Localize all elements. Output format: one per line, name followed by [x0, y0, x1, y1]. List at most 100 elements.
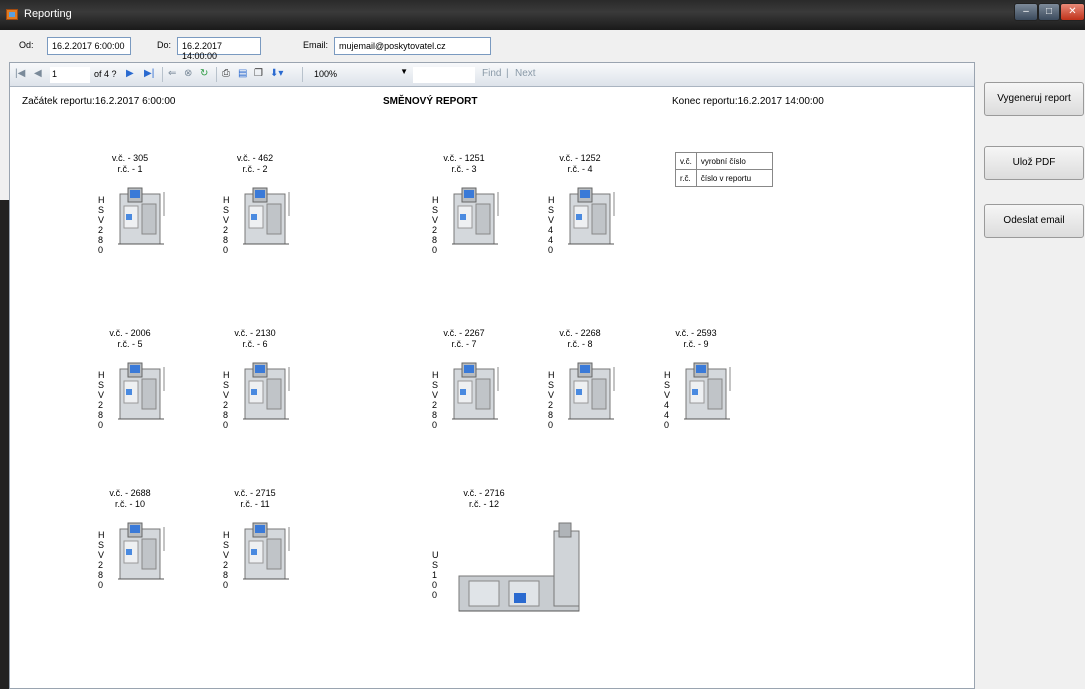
machine-item: v.č. - 2716 r.č. - 12 U S 1 0 0: [414, 488, 580, 612]
report-page: Začátek reportu:16.2.2017 6:00:00 SMĚNOV…: [10, 88, 974, 688]
machine-image: [564, 186, 620, 248]
report-end: Konec reportu:16.2.2017 14:00:00: [672, 96, 824, 107]
report-start: Začátek reportu:16.2.2017 6:00:00: [22, 96, 176, 107]
machine-image: [448, 361, 504, 423]
machine-image: [114, 521, 170, 583]
machine-report-number: r.č. - 3: [451, 164, 477, 174]
machine-item: v.č. - 2715 r.č. - 11 H S V 2 8 0: [205, 488, 305, 598]
machine-report-number: r.č. - 1: [117, 164, 143, 174]
report-toolbar: |◀ ◀ 1 of 4 ? ▶ ▶| ⇐ ⊗ ↻ ⎙ ▤ ❐ ⬇▾ 100% ▼…: [10, 63, 974, 87]
to-date-field[interactable]: 16.2.2017 14:00:00: [177, 37, 261, 61]
back-icon[interactable]: ⇐: [168, 68, 176, 79]
title-bar: Reporting ‒ □ ✕: [0, 0, 1085, 30]
email-label: Email:: [303, 40, 329, 50]
print-layout-icon[interactable]: ▤: [238, 68, 247, 79]
chevron-down-icon: ▼: [400, 67, 408, 76]
window-edge: [0, 200, 9, 689]
next-link[interactable]: Next: [515, 68, 536, 79]
page-number-input[interactable]: 1: [50, 67, 90, 83]
toolbar-separator: [302, 67, 303, 82]
save-pdf-button[interactable]: Ulož PDF: [984, 146, 1084, 180]
send-email-button[interactable]: Odeslat email: [984, 204, 1084, 238]
machine-report-number: r.č. - 11: [240, 499, 270, 509]
zoom-select[interactable]: 100% ▼: [312, 67, 412, 83]
last-page-icon[interactable]: ▶|: [144, 68, 154, 79]
machine-image: [680, 361, 736, 423]
page-count: of 4 ?: [94, 69, 117, 79]
legend-row: r.č. číslo v reportu: [675, 169, 773, 187]
legend-desc: vyrobní číslo: [695, 152, 773, 170]
machine-image: [239, 186, 295, 248]
machine-serial: v.č. - 2688: [109, 488, 151, 498]
window-title: Reporting: [24, 8, 72, 20]
machine-serial: v.č. - 462: [236, 153, 274, 163]
close-button[interactable]: ✕: [1060, 3, 1085, 21]
machine-serial: v.č. - 305: [111, 153, 149, 163]
find-input[interactable]: [413, 67, 475, 83]
machine-report-number: r.č. - 5: [117, 339, 143, 349]
toolbar-separator: [216, 67, 217, 82]
machine-report-number: r.č. - 7: [451, 339, 477, 349]
minimize-button[interactable]: ‒: [1014, 3, 1038, 21]
machine-report-number: r.č. - 6: [242, 339, 268, 349]
machine-serial: v.č. - 2716: [463, 488, 505, 498]
legend-row: v.č. vyrobní číslo: [675, 152, 773, 170]
machine-item: v.č. - 2268 r.č. - 8 HSV280: [530, 328, 630, 438]
app-icon: [6, 9, 18, 20]
to-label: Do:: [157, 40, 172, 50]
report-title: SMĚNOVÝ REPORT: [383, 96, 478, 107]
first-page-icon[interactable]: |◀: [15, 68, 25, 79]
machine-image: [114, 186, 170, 248]
machine-item: v.č. - 1252 r.č. - 4 HSV440: [530, 153, 630, 263]
find-link[interactable]: Find: [482, 68, 501, 79]
machine-serial: v.č. - 2593: [675, 328, 717, 338]
export-icon[interactable]: ⬇▾: [270, 68, 283, 79]
report-viewer: |◀ ◀ 1 of 4 ? ▶ ▶| ⇐ ⊗ ↻ ⎙ ▤ ❐ ⬇▾ 100% ▼…: [9, 62, 975, 689]
machine-image: [454, 521, 604, 621]
machine-image: [114, 361, 170, 423]
machine-type-label: HSV280: [432, 195, 439, 255]
legend-table: v.č. vyrobní číslo r.č. číslo v reportu: [675, 152, 773, 187]
machine-type-label: HSV280: [98, 195, 105, 255]
machine-image: [564, 361, 620, 423]
page-setup-icon[interactable]: ❐: [254, 68, 263, 79]
machine-type-label: US100: [432, 550, 439, 600]
email-field[interactable]: mujemail@poskytovatel.cz: [334, 37, 491, 55]
machine-image: [239, 361, 295, 423]
next-page-icon[interactable]: ▶: [126, 68, 134, 79]
generate-report-button[interactable]: Vygeneruj report: [984, 82, 1084, 116]
filter-row: Od: 16.2.2017 6:00:00 Do: 16.2.2017 14:0…: [9, 30, 1085, 61]
prev-page-icon[interactable]: ◀: [34, 68, 42, 79]
legend-abbr: r.č.: [675, 169, 697, 187]
zoom-value: 100%: [314, 69, 338, 79]
find-separator: |: [506, 68, 509, 79]
machine-item: v.č. - 2130 r.č. - 6 HSV280: [205, 328, 305, 438]
machine-item: v.č. - 2006 r.č. - 5 HSV280: [80, 328, 180, 438]
machine-type-label: HSV440: [664, 370, 671, 430]
machine-serial: v.č. - 2267: [443, 328, 485, 338]
machine-type-label: HSV280: [98, 530, 105, 590]
machine-serial: v.č. - 2006: [109, 328, 151, 338]
machine-image: [239, 521, 295, 583]
machine-item: v.č. - 1251 r.č. - 3 HSV280: [414, 153, 514, 263]
refresh-icon[interactable]: ↻: [200, 68, 208, 79]
print-icon[interactable]: ⎙: [222, 68, 230, 79]
machine-type-label: HSV440: [548, 195, 555, 255]
from-date-field[interactable]: 16.2.2017 6:00:00: [47, 37, 131, 55]
machine-serial: v.č. - 2715: [234, 488, 276, 498]
machine-item: v.č. - 2267 r.č. - 7 HSV280: [414, 328, 514, 438]
machine-type-label: HSV280: [223, 195, 230, 255]
from-label: Od:: [19, 40, 34, 50]
machine-report-number: r.č. - 8: [567, 339, 593, 349]
machine-report-number: r.č. - 10: [114, 499, 145, 509]
machine-report-number: r.č. - 2: [242, 164, 268, 174]
machine-type-label: HSV280: [223, 530, 230, 590]
maximize-button[interactable]: □: [1038, 3, 1060, 21]
machine-image: [448, 186, 504, 248]
reporting-window: Reporting ‒ □ ✕ Od: 16.2.2017 6:00:00 Do…: [0, 0, 1085, 689]
machine-item: v.č. - 2593 r.č. - 9 HSV440: [646, 328, 746, 438]
stop-icon[interactable]: ⊗: [184, 68, 192, 79]
machine-report-number: r.č. - 9: [683, 339, 709, 349]
machine-serial: v.č. - 1252: [559, 153, 601, 163]
machine-serial: v.č. - 1251: [443, 153, 485, 163]
